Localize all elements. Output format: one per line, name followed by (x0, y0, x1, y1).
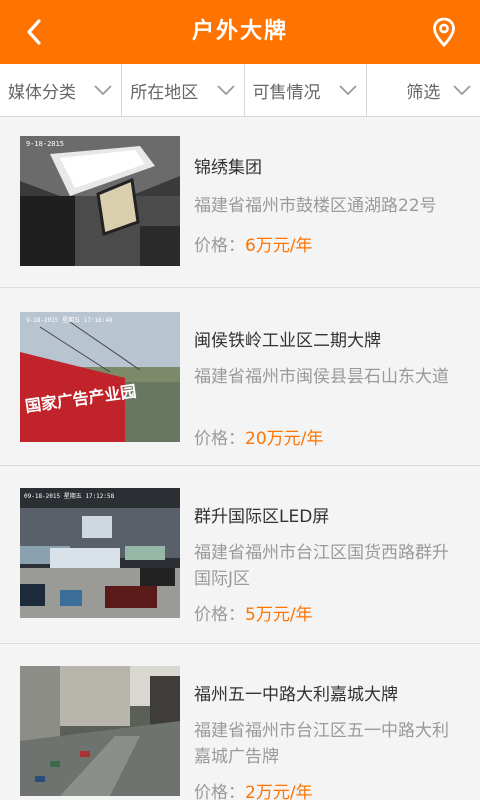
page-title: 户外大牌 (191, 19, 288, 44)
price-value: 2万元/年 (245, 783, 313, 800)
filter-availability[interactable]: 可售情况 (245, 64, 367, 116)
filter-more[interactable]: 筛选 (367, 64, 480, 116)
billboard-name[interactable]: 闽侯铁岭工业区二期大牌 (194, 326, 381, 351)
billboard-address: 福建省福州市鼓楼区通湖路22号 (194, 196, 437, 216)
camera-timestamp: 09-18-2015 星期五 17:12:58 (24, 492, 115, 500)
price-label: 价格： (194, 783, 245, 800)
map-pin-icon (433, 17, 455, 47)
price-value: 20万元/年 (245, 429, 324, 449)
filter-label: 筛选 (406, 82, 441, 103)
billboard-price: 价格：2万元/年 (194, 778, 313, 800)
billboard-price: 价格：5万元/年 (194, 600, 313, 625)
list-item[interactable]: 福州五一中路大利嘉城大牌 福建省福州市台江区五一中路大利嘉城广告牌 价格：2万元… (0, 644, 480, 800)
chevron-down-icon (453, 85, 471, 96)
filter-region[interactable]: 所在地区 (122, 64, 245, 116)
billboard-photo[interactable]: 国家广告产业园 9-18-2015 星期五 17:16:48 (20, 312, 180, 442)
price-label: 价格： (194, 605, 245, 625)
price-value: 5万元/年 (245, 605, 313, 625)
list-item[interactable]: 国家广告产业园 9-18-2015 星期五 17:16:48 闽侯铁岭工业区二期… (0, 288, 480, 466)
billboard-name[interactable]: 福州五一中路大利嘉城大牌 (194, 680, 398, 705)
billboard-price: 价格：20万元/年 (194, 424, 323, 449)
chevron-down-icon (216, 85, 235, 96)
chevron-down-icon (339, 85, 357, 96)
filter-bar: 媒体分类 所在地区 可售情况 筛选 (0, 64, 480, 117)
location-button[interactable] (426, 14, 462, 50)
billboard-photo[interactable] (20, 666, 180, 796)
billboard-address: 福建省福州市闽侯县昙石山东大道 (194, 367, 449, 387)
filter-label: 所在地区 (130, 82, 199, 103)
camera-timestamp: 9-18-2015 星期五 17:16:48 (26, 316, 113, 324)
billboard-photo[interactable]: 09-18-2015 星期五 17:12:58 (20, 488, 180, 618)
chevron-down-icon (94, 85, 112, 96)
price-label: 价格： (194, 429, 245, 449)
price-value: 6万元/年 (245, 236, 313, 256)
billboard-address: 福建省福州市台江区五一中路大利嘉城广告牌 (194, 721, 449, 767)
list-item[interactable]: 09-18-2015 星期五 17:12:58 群升国际区LED屏 福建省福州市… (0, 466, 480, 644)
price-label: 价格： (194, 236, 245, 256)
billboard-address: 福建省福州市台江区国货西路群升国际J区 (194, 543, 449, 589)
filter-label: 媒体分类 (8, 82, 76, 103)
filter-media-category[interactable]: 媒体分类 (0, 64, 123, 116)
top-app-bar: 户外大牌 (0, 0, 480, 64)
billboard-name[interactable]: 群升国际区LED屏 (194, 502, 329, 527)
list-item[interactable]: 9-18-2015 锦绣集团 福建省福州市鼓楼区通湖路22号 价格：6万元/年 (0, 117, 480, 288)
billboard-price: 价格：6万元/年 (194, 231, 313, 256)
billboard-name[interactable]: 锦绣集团 (194, 153, 262, 178)
filter-label: 可售情况 (252, 82, 321, 103)
billboard-list: 9-18-2015 锦绣集团 福建省福州市鼓楼区通湖路22号 价格：6万元/年 … (0, 117, 480, 800)
billboard-photo[interactable]: 9-18-2015 (20, 136, 180, 266)
camera-timestamp: 9-18-2015 (26, 140, 64, 148)
